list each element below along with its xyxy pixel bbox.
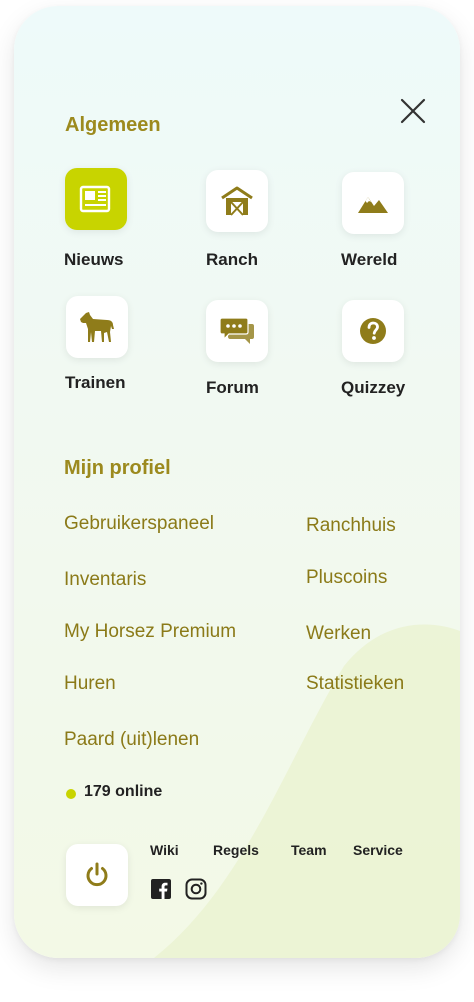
tile-label-quizzey[interactable]: Quizzey — [341, 378, 405, 398]
tile-quizzey[interactable] — [342, 300, 404, 362]
background-wave — [154, 624, 460, 958]
power-icon — [86, 862, 108, 887]
chat-bubbles-icon — [219, 317, 254, 344]
tile-forum[interactable] — [206, 300, 268, 362]
footer-link-service[interactable]: Service — [353, 842, 403, 858]
link-inventory[interactable]: Inventaris — [64, 569, 146, 591]
close-icon[interactable] — [398, 96, 428, 126]
footer-link-wiki[interactable]: Wiki — [150, 842, 179, 858]
online-count: 179 online — [84, 783, 163, 800]
tile-news[interactable] — [65, 168, 127, 230]
online-status-dot — [66, 789, 76, 799]
link-user-panel[interactable]: Gebruikerspaneel — [64, 513, 214, 535]
tile-label-news[interactable]: Nieuws — [64, 250, 124, 270]
link-lend-horse[interactable]: Paard (uit)lenen — [64, 729, 199, 751]
instagram-icon[interactable] — [185, 878, 207, 900]
link-rent[interactable]: Huren — [64, 673, 116, 695]
newspaper-icon — [79, 185, 111, 213]
mountains-icon — [358, 197, 388, 213]
tile-label-world[interactable]: Wereld — [341, 250, 397, 270]
tile-label-ranch[interactable]: Ranch — [206, 250, 258, 270]
logout-button[interactable] — [66, 844, 128, 906]
footer-link-team[interactable]: Team — [291, 842, 327, 858]
footer-link-rules[interactable]: Regels — [213, 842, 259, 858]
section-title-profile: Mijn profiel — [64, 457, 171, 479]
link-pluscoins[interactable]: Pluscoins — [306, 567, 387, 589]
tile-world[interactable] — [342, 172, 404, 234]
link-work[interactable]: Werken — [306, 623, 371, 645]
tile-train[interactable] — [66, 296, 128, 358]
menu-panel: Algemeen Nieuws Ranch Wereld Trainen For… — [14, 6, 460, 958]
horse-icon — [80, 312, 114, 342]
facebook-icon[interactable] — [151, 879, 171, 899]
link-statistics[interactable]: Statistieken — [306, 673, 404, 695]
question-icon — [360, 318, 386, 344]
barn-icon — [221, 186, 253, 216]
tile-ranch[interactable] — [206, 170, 268, 232]
link-premium[interactable]: My Horsez Premium — [64, 621, 236, 643]
tile-label-forum[interactable]: Forum — [206, 378, 259, 398]
tile-label-train[interactable]: Trainen — [65, 373, 125, 393]
section-title-general: Algemeen — [65, 114, 161, 136]
link-ranchhouse[interactable]: Ranchhuis — [306, 515, 396, 537]
